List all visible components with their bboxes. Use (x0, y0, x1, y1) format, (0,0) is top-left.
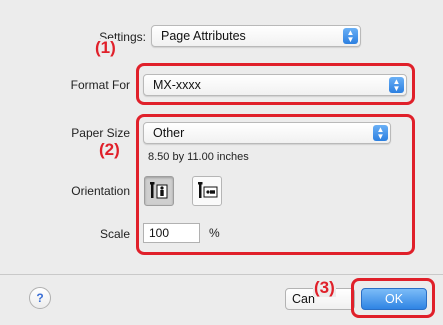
popup-arrows-icon: ▲ ▼ (343, 28, 358, 44)
annotation-step-2: (2) (98, 140, 121, 159)
landscape-icon (198, 182, 218, 198)
orientation-label: Orientation (71, 184, 130, 198)
paper-size-value: Other (153, 126, 185, 140)
scale-unit: % (209, 226, 220, 240)
format-for-value: MX-xxxx (153, 78, 201, 92)
footer-divider (0, 274, 443, 275)
orientation-landscape-button[interactable] (192, 176, 222, 206)
settings-popup[interactable]: Page Attributes ▲ ▼ (151, 25, 361, 47)
page-setup-dialog: Settings: Page Attributes ▲ ▼ (1) Format … (0, 0, 443, 325)
popup-arrows-icon: ▲ ▼ (373, 125, 388, 141)
paper-size-label: Paper Size (71, 126, 130, 140)
settings-value: Page Attributes (161, 29, 246, 43)
popup-arrows-icon: ▲ ▼ (389, 77, 404, 93)
ok-button[interactable]: OK (361, 288, 427, 310)
help-button[interactable]: ? (29, 287, 51, 309)
ok-button-label: OK (384, 292, 404, 306)
format-for-popup[interactable]: MX-xxxx ▲ ▼ (143, 74, 407, 96)
annotation-step-3: (3) (313, 278, 336, 297)
scale-label: Scale (99, 227, 130, 241)
paper-size-popup[interactable]: Other ▲ ▼ (143, 122, 391, 144)
scale-input[interactable]: 100 (143, 223, 200, 243)
orientation-portrait-button[interactable] (144, 176, 174, 206)
paper-size-dimensions: 8.50 by 11.00 inches (148, 151, 249, 163)
cancel-button-label: Can (292, 292, 315, 306)
format-for-label: Format For (70, 78, 130, 92)
annotation-step-1: (1) (94, 38, 117, 57)
portrait-icon (150, 182, 168, 199)
help-icon: ? (36, 291, 44, 305)
